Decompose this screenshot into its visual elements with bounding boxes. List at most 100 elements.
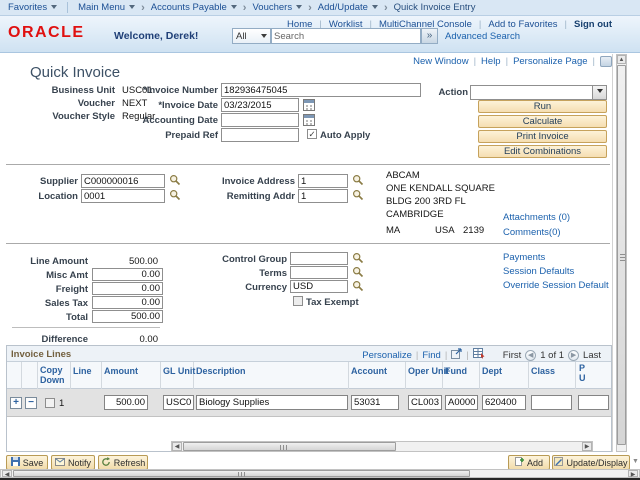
location-lookup-icon[interactable]	[169, 189, 181, 204]
terms-input[interactable]	[290, 266, 348, 279]
attachments-link[interactable]: Attachments (0)	[503, 212, 570, 223]
link-separator	[474, 56, 476, 67]
row-gl-unit-input[interactable]	[163, 395, 194, 410]
tax-exempt-checkbox[interactable]	[293, 296, 303, 306]
invoice-address-lookup-icon[interactable]	[352, 174, 364, 189]
view-all-icon[interactable]	[451, 348, 462, 362]
page-v-scrollbar[interactable]: ▲	[616, 54, 627, 452]
calendar-icon[interactable]	[303, 114, 315, 129]
nav-add-to-favorites[interactable]: Add to Favorites	[488, 19, 557, 30]
run-button[interactable]: Run	[478, 100, 607, 113]
copy-down-checkbox[interactable]	[45, 398, 55, 408]
page-v-scrollbar-thumb[interactable]	[617, 65, 626, 445]
misc-amt-input[interactable]	[92, 268, 163, 281]
row-po-unit-input[interactable]	[578, 395, 609, 410]
control-group-input[interactable]	[290, 252, 348, 265]
row-description-input[interactable]	[196, 395, 348, 410]
currency-input[interactable]	[290, 280, 348, 293]
breadcrumb-item-vouchers[interactable]: Vouchers	[252, 2, 302, 13]
caret-down-icon	[51, 5, 57, 9]
action-select[interactable]	[470, 85, 607, 100]
breadcrumb-item-add-update[interactable]: Add/Update	[318, 2, 378, 13]
help-link[interactable]: Help	[481, 56, 501, 67]
personalize-page-link[interactable]: Personalize Page	[513, 56, 587, 67]
override-session-default-link[interactable]: Override Session Default	[503, 280, 609, 291]
scroll-left-icon[interactable]: ◀	[2, 470, 12, 477]
page-url-icon[interactable]	[600, 56, 612, 67]
update-display-button[interactable]: Update/Display	[552, 455, 630, 470]
add-row-button[interactable]: +	[10, 397, 22, 409]
accounting-date-input[interactable]	[221, 113, 299, 127]
auto-apply-label: Auto Apply	[320, 130, 370, 141]
control-group-lookup-icon[interactable]	[352, 252, 364, 267]
print-invoice-button[interactable]: Print Invoice	[478, 130, 607, 143]
payments-link[interactable]: Payments	[503, 252, 545, 263]
grid-h-scrollbar[interactable]: ◀ ▶	[171, 441, 593, 452]
notify-button[interactable]: Notify	[51, 455, 95, 470]
grid-find-link[interactable]: Find	[422, 350, 440, 361]
column-header-copy-down: Copy Down	[40, 365, 68, 385]
supplier-input[interactable]	[81, 174, 165, 188]
previous-page-icon[interactable]: ◀	[525, 350, 536, 361]
calendar-icon[interactable]	[303, 99, 315, 114]
breadcrumb-item-favorites[interactable]: Favorites	[8, 2, 57, 13]
calculate-button[interactable]: Calculate	[478, 115, 607, 128]
content-right-border	[612, 54, 613, 452]
row-amount-input[interactable]	[104, 395, 148, 410]
invoice-address-input[interactable]	[298, 174, 348, 188]
comments-link[interactable]: Comments(0)	[503, 227, 561, 238]
invoice-number-input[interactable]	[221, 83, 421, 97]
row-fund-input[interactable]	[445, 395, 478, 410]
download-icon[interactable]	[473, 348, 485, 362]
refresh-button[interactable]: Refresh	[98, 455, 148, 470]
remitting-addr-input[interactable]	[298, 189, 348, 203]
grid-h-scrollbar-thumb[interactable]	[183, 442, 396, 451]
total-input[interactable]	[92, 310, 163, 323]
search-input[interactable]	[271, 28, 421, 44]
search-go-button[interactable]: »	[421, 28, 438, 44]
freight-label: Freight	[8, 284, 88, 295]
scroll-right-icon[interactable]: ▶	[582, 442, 592, 451]
section-divider	[6, 243, 610, 244]
next-page-icon[interactable]: ▶	[568, 350, 579, 361]
invoice-date-label: *Invoice Date	[100, 100, 218, 111]
advanced-search-link[interactable]: Advanced Search	[445, 31, 520, 42]
scroll-left-icon[interactable]: ◀	[172, 442, 182, 451]
caret-down-icon	[261, 34, 267, 38]
edit-combinations-button[interactable]: Edit Combinations	[478, 145, 607, 158]
grid-data-row: + − 1	[7, 389, 611, 417]
save-button[interactable]: Save	[6, 455, 48, 470]
row-account-input[interactable]	[351, 395, 399, 410]
scroll-right-icon[interactable]: ▶	[628, 470, 638, 477]
page-h-scrollbar-thumb[interactable]	[13, 470, 470, 477]
new-window-link[interactable]: New Window	[413, 56, 468, 67]
freight-input[interactable]	[92, 282, 163, 295]
prepaid-ref-input[interactable]	[221, 128, 299, 142]
location-input[interactable]	[81, 189, 165, 203]
scroll-up-icon[interactable]: ▲	[617, 55, 626, 64]
address-state: MA	[386, 225, 400, 236]
control-separator	[416, 350, 418, 361]
scroll-down-icon[interactable]: ▼	[632, 458, 639, 465]
session-defaults-link[interactable]: Session Defaults	[503, 266, 574, 277]
row-oper-unit-input[interactable]	[408, 395, 442, 410]
search-scope-select[interactable]: All	[232, 28, 271, 44]
currency-lookup-icon[interactable]	[352, 280, 364, 295]
remitting-addr-lookup-icon[interactable]	[352, 189, 364, 204]
grid-personalize-link[interactable]: Personalize	[362, 350, 412, 361]
terms-lookup-icon[interactable]	[352, 266, 364, 281]
nav-sign-out[interactable]: Sign out	[574, 19, 612, 30]
invoice-date-input[interactable]	[221, 98, 299, 112]
sales-tax-input[interactable]	[92, 296, 163, 309]
row-class-input[interactable]	[531, 395, 572, 410]
supplier-lookup-icon[interactable]	[169, 174, 181, 189]
action-select-arrow[interactable]	[592, 86, 606, 99]
row-dept-input[interactable]	[482, 395, 526, 410]
add-button[interactable]: Add	[508, 455, 550, 470]
page-h-scrollbar[interactable]: ◀ ▶	[0, 469, 640, 478]
auto-apply-checkbox[interactable]: ✓	[307, 129, 317, 139]
delete-row-button[interactable]: −	[25, 397, 37, 409]
breadcrumb-item-accounts-payable[interactable]: Accounts Payable	[151, 2, 237, 13]
breadcrumb-item-main-menu[interactable]: Main Menu	[78, 2, 135, 13]
control-group-label: Control Group	[187, 254, 287, 265]
